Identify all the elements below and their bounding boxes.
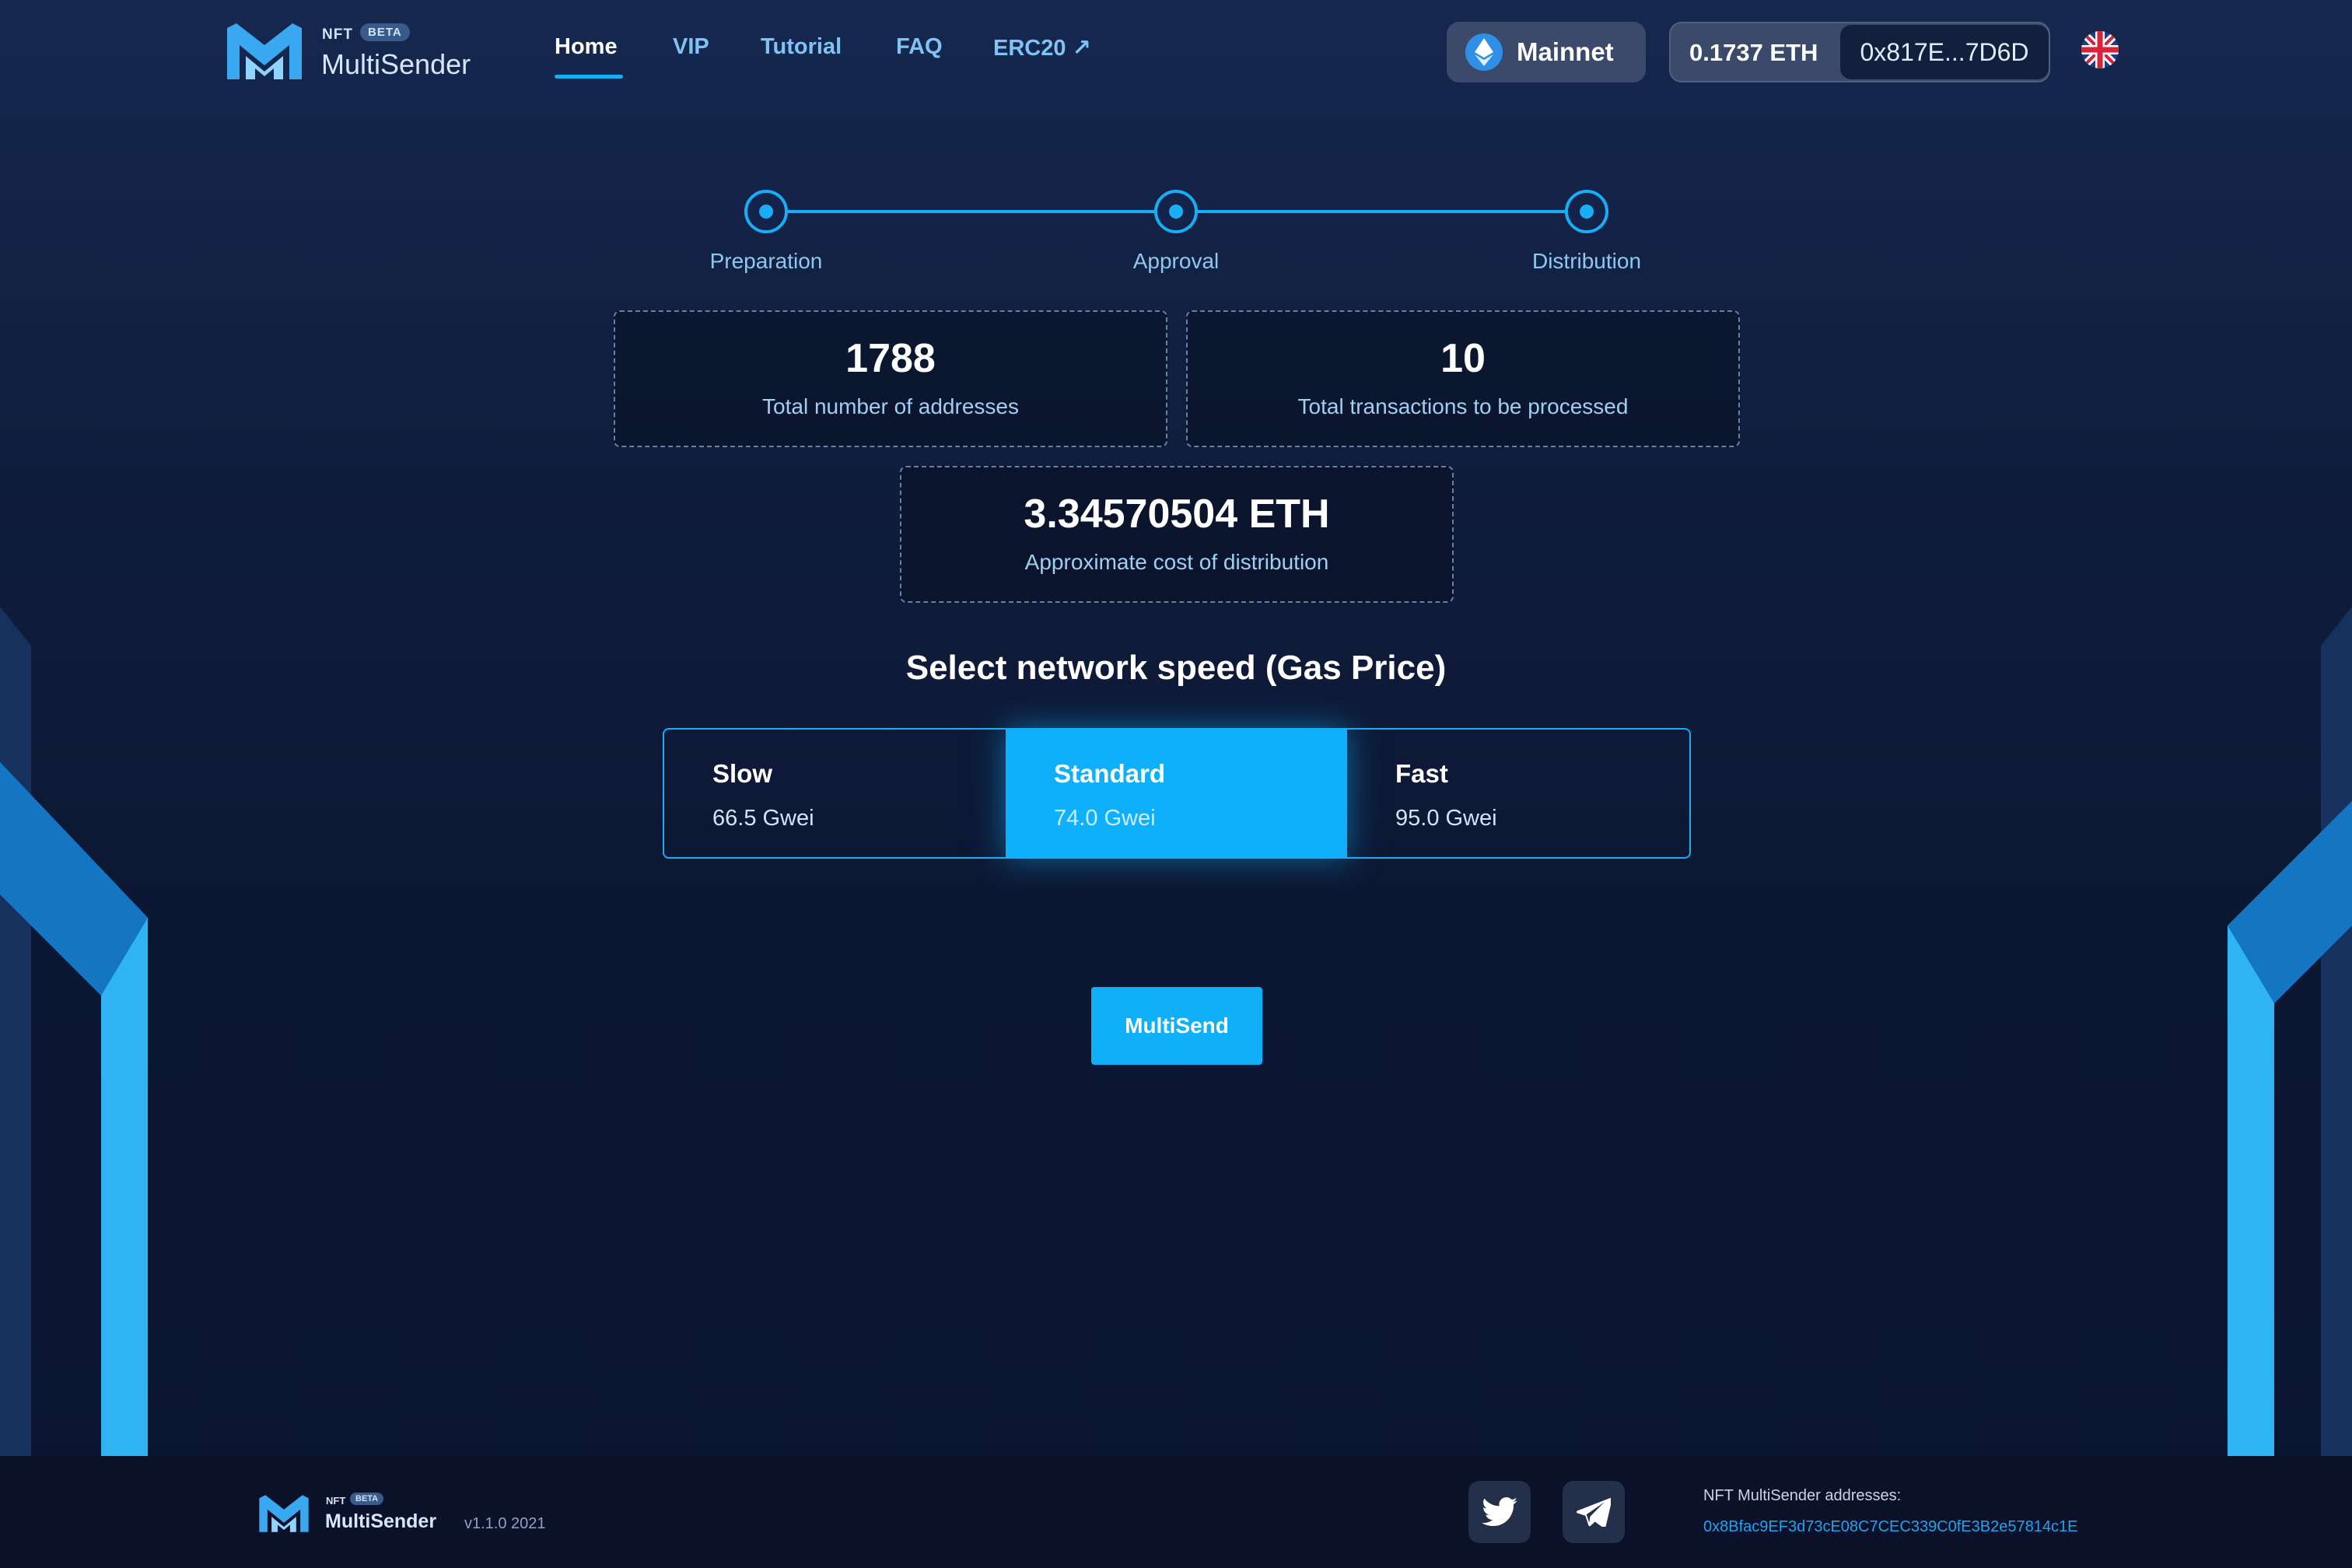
step-node-preparation	[744, 190, 788, 233]
speed-option-gwei: 66.5 Gwei	[712, 806, 814, 831]
gas-speed-selector: Slow 66.5 Gwei Standard 74.0 Gwei Fast 9…	[663, 728, 1691, 859]
distribution-cost-caption: Approximate cost of distribution	[1024, 550, 1329, 574]
footer-beta-badge: BETA	[350, 1493, 384, 1505]
speed-option-name: Slow	[712, 759, 773, 788]
progress-stepper: Preparation Approval Distribution	[0, 0, 2352, 296]
step-label-approval: Approval	[1132, 249, 1220, 273]
footer-brand-name: MultiSender	[325, 1510, 437, 1532]
step-node-approval	[1154, 190, 1198, 233]
distribution-cost: 3.34570504 ETH	[1024, 492, 1330, 537]
twitter-icon[interactable]	[1468, 1481, 1531, 1543]
speed-option-slow[interactable]: Slow 66.5 Gwei	[664, 730, 1006, 857]
step-label-distribution: Distribution	[1531, 249, 1642, 273]
footer-logo-icon[interactable]	[258, 1493, 310, 1534]
transactions-count-card: 10 Total transactions to be processed	[1186, 310, 1740, 447]
decorative-pillar-right	[2196, 607, 2352, 1462]
footer-contract-address-link[interactable]: 0x8Bfac9EF3d73cE08C7CEC339C0fE3B2e57814c…	[1703, 1518, 2077, 1536]
telegram-icon[interactable]	[1563, 1481, 1625, 1543]
footer-nft-label: NFT	[326, 1495, 346, 1507]
addresses-count-card: 1788 Total number of addresses	[614, 310, 1167, 447]
step-node-distribution	[1565, 190, 1608, 233]
multisend-button[interactable]: MultiSend	[1091, 987, 1262, 1065]
transactions-count: 10	[1440, 336, 1486, 381]
speed-option-name: Fast	[1395, 759, 1448, 788]
speed-option-name: Standard	[1054, 759, 1166, 788]
speed-section-title: Select network speed (Gas Price)	[905, 649, 1447, 687]
speed-option-gwei: 74.0 Gwei	[1054, 806, 1156, 831]
decorative-pillar-left	[0, 607, 156, 1462]
footer-version: v1.1.0 2021	[464, 1515, 546, 1532]
page-footer: NFT BETA MultiSender v1.1.0 2021 NFT Mul…	[0, 1456, 2352, 1568]
footer-addresses-label: NFT MultiSender addresses:	[1703, 1487, 1902, 1504]
addresses-count: 1788	[845, 336, 936, 381]
speed-option-fast[interactable]: Fast 95.0 Gwei	[1347, 730, 1689, 857]
addresses-count-caption: Total number of addresses	[762, 394, 1019, 418]
speed-option-gwei: 95.0 Gwei	[1395, 806, 1497, 831]
distribution-cost-card: 3.34570504 ETH Approximate cost of distr…	[900, 466, 1454, 603]
transactions-count-caption: Total transactions to be processed	[1297, 394, 1629, 418]
speed-option-standard[interactable]: Standard 74.0 Gwei	[1006, 730, 1347, 857]
step-label-preparation: Preparation	[709, 249, 823, 273]
